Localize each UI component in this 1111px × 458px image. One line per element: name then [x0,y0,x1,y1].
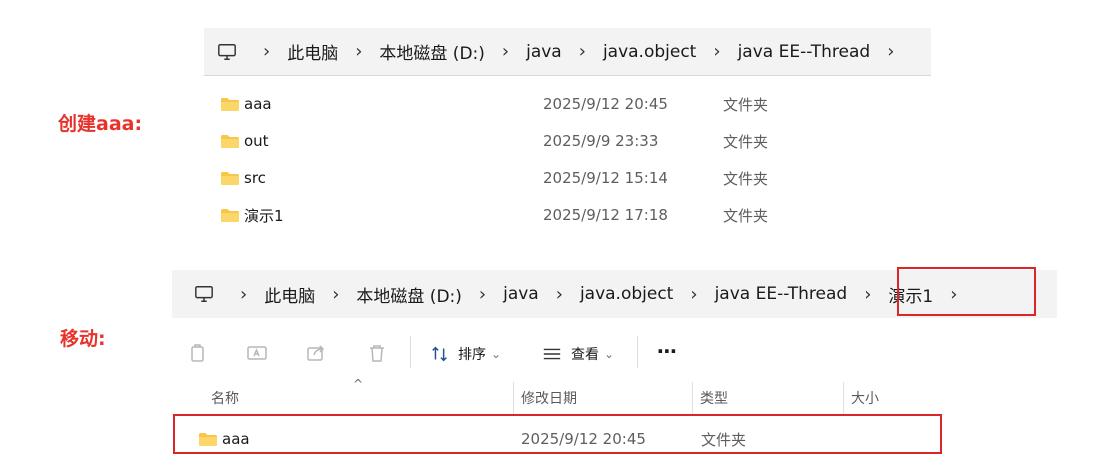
column-divider[interactable] [513,382,514,414]
column-header-size[interactable]: 大小 [851,382,879,414]
folder-icon [221,172,239,185]
item-date: 2025/9/12 15:14 [543,169,668,187]
folder-icon [221,209,239,222]
list-item[interactable]: 演示1 2025/9/12 17:18 文件夹 [220,200,920,230]
breadcrumb-sep[interactable]: › [950,284,957,305]
sort-label: 排序 [458,347,486,363]
breadcrumb-sep[interactable]: › [355,41,362,62]
breadcrumb-this-pc[interactable]: 此电脑 [264,282,315,307]
item-date: 2025/9/12 20:45 [543,95,668,113]
copy-icon[interactable] [185,340,211,366]
list-item[interactable]: aaa 2025/9/12 20:45 文件夹 [220,89,920,119]
column-header-type[interactable]: 类型 [700,382,728,414]
view-button[interactable]: 查看 ⌄ [541,344,614,364]
breadcrumb-java[interactable]: java [526,42,562,62]
sort-caret-icon: ^ [353,377,364,391]
item-name: aaa [244,95,272,113]
breadcrumb-sep[interactable]: › [887,41,894,62]
item-date: 2025/9/12 20:45 [521,430,646,448]
breadcrumb-sep[interactable]: › [240,284,247,305]
folder-icon [221,98,239,111]
this-pc-icon[interactable] [216,41,238,63]
list-item[interactable]: out 2025/9/9 23:33 文件夹 [220,126,920,156]
item-name: out [244,132,269,150]
breadcrumb-local-disk[interactable]: 本地磁盘 (D:) [356,282,462,307]
list-item[interactable]: aaa 2025/9/12 20:45 文件夹 [198,424,938,454]
item-type: 文件夹 [701,430,747,449]
item-type: 文件夹 [723,95,769,114]
toolbar-divider [637,336,638,368]
column-divider[interactable] [843,382,844,414]
folder-icon [199,433,217,446]
item-type: 文件夹 [723,169,769,188]
breadcrumb-sep[interactable]: › [479,284,486,305]
breadcrumb-sep[interactable]: › [556,284,563,305]
address-bar-2[interactable]: › 此电脑 › 本地磁盘 (D:) › java › java.object ›… [172,270,1057,318]
breadcrumb-sep[interactable]: › [502,41,509,62]
breadcrumb-sep[interactable]: › [579,41,586,62]
breadcrumb-java-ee-thread[interactable]: java EE--Thread [738,42,871,62]
view-label: 查看 [571,347,599,363]
view-list-icon [543,348,561,360]
more-options-button[interactable]: ⋯ [657,339,677,363]
sort-button[interactable]: 排序 ⌄ [429,344,501,364]
share-icon[interactable] [303,340,329,366]
breadcrumb-sep[interactable]: › [690,284,697,305]
item-name: aaa [222,430,250,448]
delete-icon[interactable] [364,340,390,366]
breadcrumb-java-object[interactable]: java.object [580,284,673,304]
breadcrumb-sep[interactable]: › [332,284,339,305]
command-toolbar: 排序 ⌄ 查看 ⌄ ⋯ [172,322,1057,382]
sort-arrows-icon [432,346,447,362]
breadcrumb-java-ee-thread[interactable]: java EE--Thread [715,284,848,304]
item-date: 2025/9/12 17:18 [543,206,668,224]
create-annotation: 创建aaa: [58,113,143,135]
column-header-name[interactable]: 名称 [211,382,239,414]
breadcrumb-demo1[interactable]: 演示1 [888,282,933,307]
breadcrumb-local-disk[interactable]: 本地磁盘 (D:) [379,39,485,64]
toolbar-divider [410,336,411,368]
this-pc-icon[interactable] [193,283,215,305]
item-date: 2025/9/9 23:33 [543,132,659,150]
folder-icon [221,135,239,148]
rename-icon[interactable] [244,340,270,366]
breadcrumb-sep[interactable]: › [713,41,720,62]
breadcrumb-sep[interactable]: › [263,41,270,62]
breadcrumb-java-object[interactable]: java.object [603,42,696,62]
chevron-down-icon: ⌄ [604,347,615,361]
item-type: 文件夹 [723,206,769,225]
chevron-down-icon: ⌄ [491,347,502,361]
breadcrumb-java[interactable]: java [503,284,539,304]
item-name: src [244,169,266,187]
column-divider[interactable] [692,382,693,414]
item-type: 文件夹 [723,132,769,151]
address-bar-1[interactable]: › 此电脑 › 本地磁盘 (D:) › java › java.object ›… [204,28,931,76]
item-name: 演示1 [244,206,284,225]
breadcrumb-this-pc[interactable]: 此电脑 [287,39,338,64]
move-annotation: 移动: [60,328,106,350]
breadcrumb-sep[interactable]: › [864,284,871,305]
column-header-modified[interactable]: 修改日期 [521,382,577,414]
list-item[interactable]: src 2025/9/12 15:14 文件夹 [220,163,920,193]
